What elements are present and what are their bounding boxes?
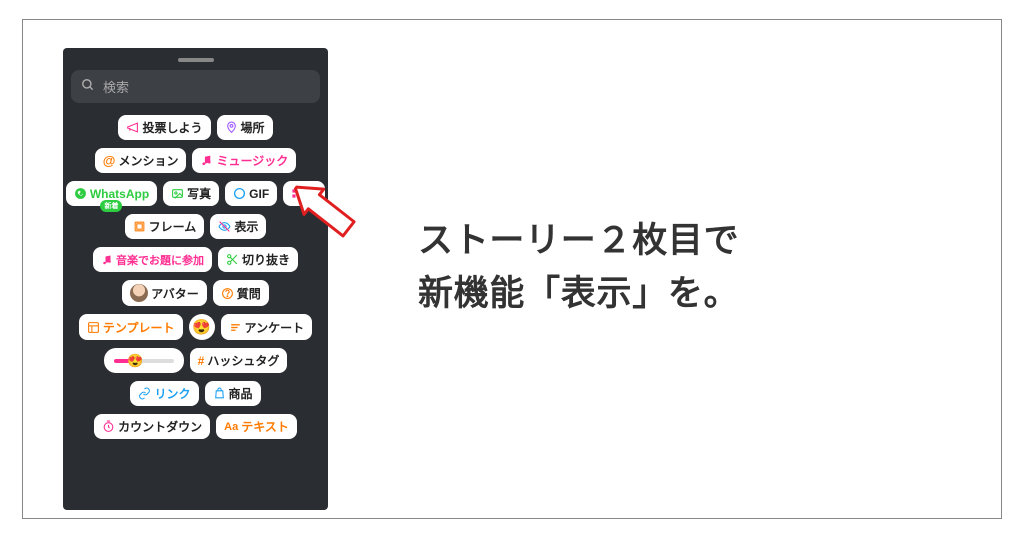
avatar-icon (130, 284, 148, 302)
link-icon (138, 387, 151, 400)
sticker-hashtag[interactable]: # ハッシュタグ (190, 348, 288, 373)
sticker-template[interactable]: テンプレート (79, 314, 183, 340)
pin-icon (225, 121, 238, 134)
sticker-gif[interactable]: GIF (225, 181, 277, 206)
frame-icon (133, 220, 146, 233)
sticker-slider[interactable]: 😍 (104, 348, 184, 373)
sticker-grid: 投票しよう 場所 @ メンション ミュージック (71, 115, 320, 439)
sticker-cutout[interactable]: 切り抜き (218, 247, 298, 272)
clock-icon (102, 420, 115, 433)
sticker-text[interactable]: Aa テキスト (216, 414, 297, 439)
sticker-whatsapp[interactable]: WhatsApp 新着 (66, 181, 157, 206)
sticker-product[interactable]: 商品 (205, 381, 261, 406)
sticker-music-topic[interactable]: 音楽でお題に参加 (93, 247, 212, 272)
megaphone-icon (126, 121, 139, 134)
sticker-countdown[interactable]: カウントダウン (94, 414, 210, 439)
sticker-photo[interactable]: 写真 (163, 181, 219, 206)
sticker-frame[interactable]: フレーム (125, 214, 205, 239)
slide-frame: 検索 投票しよう 場所 @ メンション (22, 19, 1002, 519)
search-placeholder: 検索 (103, 77, 129, 96)
search-input[interactable]: 検索 (71, 70, 320, 103)
music-icon (200, 154, 213, 167)
sticker-link[interactable]: リンク (130, 381, 198, 406)
sticker-emoji[interactable]: 😍 (189, 314, 215, 340)
slider-track: 😍 (114, 359, 174, 363)
slide-caption: ストーリー２枚目で 新機能「表示」を。 (418, 215, 739, 320)
heart-eyes-icon: 😍 (192, 318, 211, 336)
whatsapp-icon (74, 187, 87, 200)
gif-icon (233, 187, 246, 200)
caption-line-2: 新機能「表示」を。 (418, 268, 739, 321)
at-icon: @ (103, 153, 116, 168)
sticker-reveal[interactable]: 表示 (210, 214, 266, 239)
sticker-mention[interactable]: @ メンション (95, 148, 187, 173)
slider-emoji-icon: 😍 (127, 353, 143, 369)
search-icon (81, 78, 95, 95)
new-badge: 新着 (100, 200, 122, 212)
sticker-question[interactable]: 質問 (213, 280, 269, 306)
text-icon: Aa (224, 421, 238, 433)
template-icon (87, 321, 100, 334)
sticker-avatar[interactable]: アバター (122, 280, 207, 306)
sticker-music[interactable]: ミュージック (192, 148, 296, 173)
phone-screenshot: 検索 投票しよう 場所 @ メンション (63, 48, 328, 510)
sticker-vote[interactable]: 投票しよう (118, 115, 210, 140)
music-note-icon (101, 254, 113, 266)
bag-icon (213, 387, 226, 400)
sticker-location[interactable]: 場所 (217, 115, 273, 140)
sheet-handle[interactable] (178, 58, 214, 62)
sticker-poll[interactable]: アンケート (221, 314, 313, 340)
scissors-icon (226, 253, 239, 266)
hashtag-icon: # (198, 354, 205, 368)
caption-line-1: ストーリー２枚目で (418, 215, 739, 268)
question-icon (221, 287, 234, 300)
photo-icon (171, 187, 184, 200)
eye-slash-icon (218, 220, 231, 233)
poll-icon (229, 321, 242, 334)
